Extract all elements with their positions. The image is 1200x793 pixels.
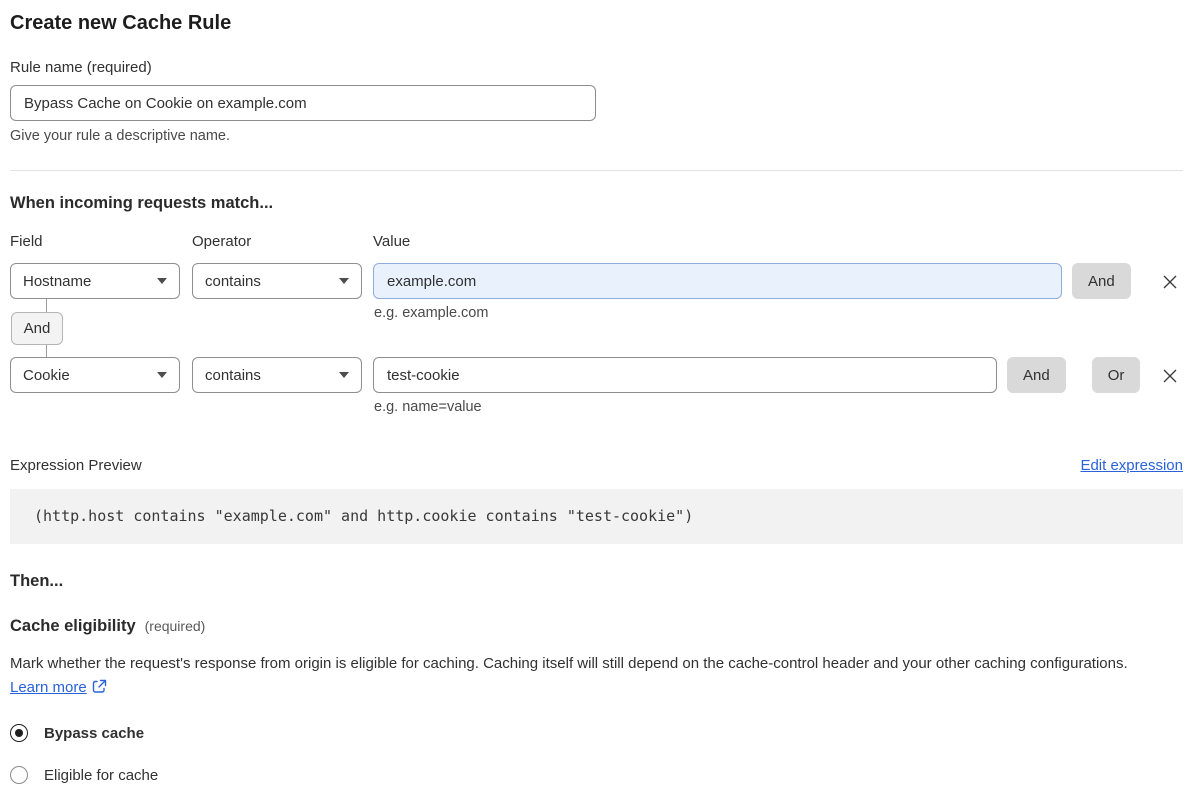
and-button[interactable]: And <box>1072 263 1131 299</box>
value-input[interactable] <box>373 263 1062 299</box>
field-column-label: Field <box>10 233 43 250</box>
connector-line <box>46 345 47 357</box>
match-row: Cookie contains And Or <box>10 357 1183 393</box>
description-text: Mark whether the request's response from… <box>10 655 1128 672</box>
rule-name-label: Rule name (required) <box>10 59 152 76</box>
field-select[interactable]: Cookie <box>10 357 180 393</box>
remove-condition-button[interactable] <box>1157 363 1183 389</box>
connector-and-button[interactable]: And <box>11 312 63 345</box>
value-helper: e.g. name=value <box>374 399 482 415</box>
edit-expression-link[interactable]: Edit expression <box>1080 457 1183 474</box>
operator-column-label: Operator <box>192 233 252 250</box>
expression-code: (http.host contains "example.com" and ht… <box>10 489 1183 544</box>
chevron-down-icon <box>157 372 167 378</box>
operator-select[interactable]: contains <box>192 263 362 299</box>
expression-preview-label: Expression Preview <box>10 457 142 474</box>
section-divider <box>10 170 1183 171</box>
radio-selected-icon[interactable] <box>10 724 28 742</box>
expression-preview-header: Expression Preview Edit expression <box>10 457 1183 474</box>
close-icon <box>1163 275 1177 289</box>
then-heading: Then... <box>10 572 64 590</box>
match-row: Hostname contains And <box>10 263 1183 299</box>
external-link-icon <box>92 678 107 702</box>
field-select[interactable]: Hostname <box>10 263 180 299</box>
field-select-value: Cookie <box>23 366 70 384</box>
cache-eligibility-title: Cache eligibility <box>10 617 136 635</box>
radio-label: Eligible for cache <box>44 766 159 784</box>
or-button[interactable]: Or <box>1091 357 1141 393</box>
condition-connector: And e.g. example.com <box>10 299 1183 357</box>
close-icon <box>1163 369 1177 383</box>
value-input[interactable] <box>373 357 997 393</box>
field-select-value: Hostname <box>23 272 92 290</box>
page-title: Create new Cache Rule <box>10 12 232 34</box>
radio-option-bypass-cache[interactable]: Bypass cache <box>10 724 144 742</box>
learn-more-link[interactable]: Learn more <box>10 679 87 696</box>
rule-name-input[interactable] <box>10 85 596 121</box>
and-button[interactable]: And <box>1007 357 1066 393</box>
value-column-label: Value <box>373 233 411 250</box>
value-helper: e.g. example.com <box>374 305 489 321</box>
chevron-down-icon <box>339 278 349 284</box>
match-section-heading: When incoming requests match... <box>10 194 274 212</box>
chevron-down-icon <box>157 278 167 284</box>
connector-line <box>46 299 47 312</box>
cache-eligibility-heading: Cache eligibility (required) <box>10 617 1183 636</box>
cache-eligibility-description: Mark whether the request's response from… <box>10 652 1170 702</box>
operator-select-value: contains <box>205 366 261 384</box>
match-column-labels: Field Operator Value <box>10 234 1183 249</box>
rule-name-helper: Give your rule a descriptive name. <box>10 128 231 144</box>
radio-unselected-icon[interactable] <box>10 766 28 784</box>
remove-condition-button[interactable] <box>1157 269 1183 295</box>
create-cache-rule-form: Create new Cache Rule Rule name (require… <box>0 0 1200 784</box>
row-footer: e.g. name=value <box>10 400 1183 415</box>
chevron-down-icon <box>339 372 349 378</box>
radio-label: Bypass cache <box>44 724 145 742</box>
operator-select[interactable]: contains <box>192 357 362 393</box>
required-note: (required) <box>144 618 206 634</box>
radio-option-eligible-for-cache[interactable]: Eligible for cache <box>10 766 158 784</box>
operator-select-value: contains <box>205 272 261 290</box>
